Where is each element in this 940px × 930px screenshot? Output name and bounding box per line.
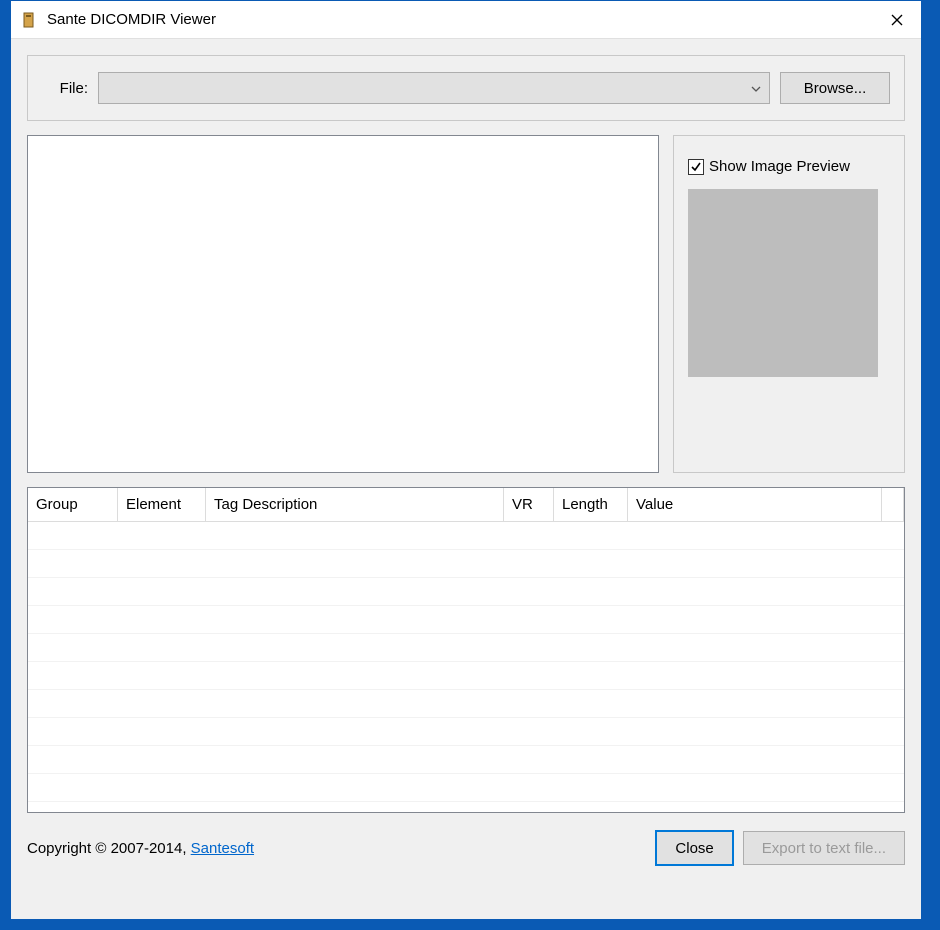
window-title: Sante DICOMDIR Viewer (47, 11, 873, 28)
column-header-group[interactable]: Group (28, 488, 118, 521)
table-row (28, 718, 904, 746)
file-label: File: (42, 80, 88, 97)
column-header-spacer (882, 488, 904, 521)
table-row (28, 606, 904, 634)
checkbox-icon (688, 159, 704, 175)
column-header-tag-description[interactable]: Tag Description (206, 488, 504, 521)
chevron-down-icon (751, 81, 761, 95)
table-row (28, 550, 904, 578)
client-area: File: Browse... Show Image Preview (11, 39, 921, 919)
table-row (28, 774, 904, 802)
show-preview-checkbox[interactable]: Show Image Preview (688, 158, 890, 175)
column-header-vr[interactable]: VR (504, 488, 554, 521)
file-selector-group: File: Browse... (27, 55, 905, 121)
show-preview-label: Show Image Preview (709, 158, 850, 175)
column-header-value[interactable]: Value (628, 488, 882, 521)
window-close-button[interactable] (873, 1, 921, 38)
table-row (28, 690, 904, 718)
browse-button-label: Browse... (804, 80, 867, 97)
table-header: Group Element Tag Description VR Length … (28, 488, 904, 522)
column-header-length[interactable]: Length (554, 488, 628, 521)
footer: Copyright © 2007-2014, Santesoft Close E… (27, 827, 905, 865)
close-icon (891, 14, 903, 26)
tag-table: Group Element Tag Description VR Length … (27, 487, 905, 813)
santesoft-link[interactable]: Santesoft (191, 840, 254, 857)
main-window: Sante DICOMDIR Viewer File: Browse... (10, 0, 922, 920)
file-combobox[interactable] (98, 72, 770, 104)
copyright-prefix: Copyright © 2007-2014, (27, 840, 191, 857)
app-icon (21, 11, 39, 29)
copyright-text: Copyright © 2007-2014, Santesoft (27, 840, 646, 857)
table-row (28, 522, 904, 550)
table-row (28, 634, 904, 662)
titlebar: Sante DICOMDIR Viewer (11, 1, 921, 39)
browse-button[interactable]: Browse... (780, 72, 890, 104)
image-preview-placeholder (688, 189, 878, 377)
middle-row: Show Image Preview (27, 135, 905, 473)
preview-panel: Show Image Preview (673, 135, 905, 473)
column-header-element[interactable]: Element (118, 488, 206, 521)
export-button-label: Export to text file... (762, 840, 886, 857)
table-row (28, 662, 904, 690)
table-row (28, 578, 904, 606)
table-row (28, 746, 904, 774)
directory-tree-panel[interactable] (27, 135, 659, 473)
table-body[interactable] (28, 522, 904, 812)
export-button: Export to text file... (743, 831, 905, 865)
close-button[interactable]: Close (656, 831, 732, 865)
close-button-label: Close (675, 840, 713, 857)
